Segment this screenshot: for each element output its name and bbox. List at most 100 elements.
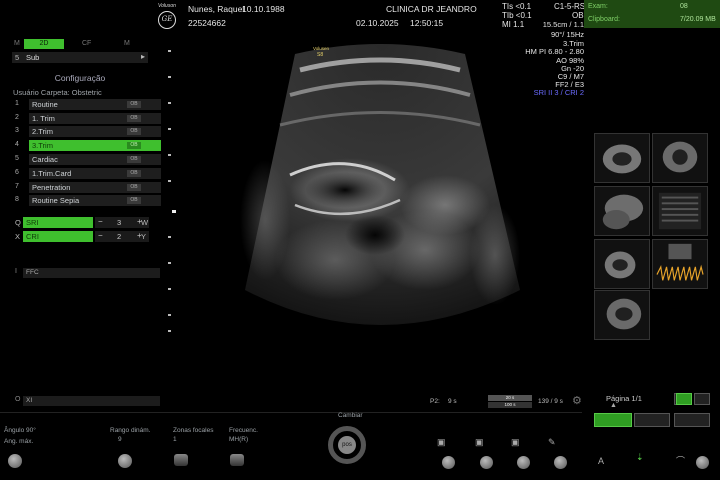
preset-routine[interactable]: 1 Routine OB	[13, 99, 161, 110]
param-key: X	[15, 232, 21, 241]
exam-label: Exam:	[588, 3, 608, 10]
thumbnail-view-button[interactable]	[594, 413, 632, 427]
field-box: XI	[23, 396, 160, 406]
field-box: FFC	[23, 268, 160, 278]
export-icon[interactable]: ⇣	[636, 452, 644, 463]
cri-control[interactable]: X CRI − 2 + Y	[13, 231, 149, 242]
page-up-icon[interactable]: ▲	[610, 402, 617, 409]
save-icon-3[interactable]: ▣	[511, 437, 520, 448]
frequency-knob[interactable]	[230, 454, 244, 466]
param-key: Q	[15, 218, 21, 227]
save-icon-2[interactable]: ▣	[475, 437, 484, 448]
preset-penetration[interactable]: 7 Penetration OB	[13, 182, 161, 193]
p3-button[interactable]	[517, 456, 530, 469]
cine-p2-label: P2:	[430, 398, 440, 405]
preset-tag: OB	[127, 156, 141, 163]
probe-arc-icon[interactable]: ⌒	[676, 454, 685, 467]
frequency-value: MH(R)	[229, 436, 249, 443]
focal-zones-value: 1	[173, 436, 177, 443]
sub-key: 5	[15, 53, 20, 62]
exam-row: Exam: 08	[588, 3, 716, 10]
cine-track-1[interactable]: 20 s	[488, 395, 532, 401]
patient-name: Nunes, Raquel	[188, 4, 245, 14]
pen-icon[interactable]: ✎	[548, 437, 556, 448]
preset-tag: OB	[127, 101, 141, 108]
sri-control[interactable]: Q SRI − 3 + W	[13, 217, 149, 228]
angle-label: Ângulo 90°	[4, 427, 36, 434]
sub-menu-row[interactable]: 5 Sub ▸	[12, 52, 148, 63]
dynamic-range-knob[interactable]	[118, 454, 132, 468]
preset-label: 1.Trim.Card	[32, 169, 72, 178]
thumbnail-7[interactable]	[594, 290, 650, 340]
preset-tag: OB	[127, 197, 141, 204]
text-annotation-icon[interactable]: A	[598, 456, 604, 466]
preset-num: 7	[15, 183, 19, 190]
cine-p2-value: 9 s	[448, 398, 457, 405]
preset-tag: OB	[127, 184, 141, 191]
mi-index: MI 1.1	[502, 20, 525, 29]
preset-label: Penetration	[32, 183, 71, 192]
preset-num: 5	[15, 155, 19, 162]
application-name: OB	[572, 11, 584, 20]
tis-index: TIs <0.1	[502, 2, 532, 11]
param-value: 2	[117, 232, 122, 241]
param-name: SRI	[23, 217, 93, 228]
preset-label: Routine	[32, 100, 58, 109]
bottom-divider	[0, 412, 582, 413]
tab-m-right[interactable]: M	[124, 40, 130, 47]
chart-view-button[interactable]	[634, 413, 670, 427]
tab-cf[interactable]: CF	[82, 40, 91, 47]
sri-readout: SRI II 3 / CRI 2	[533, 88, 584, 97]
p1-button[interactable]	[442, 456, 455, 469]
field-key: O	[15, 396, 21, 403]
view-toggle-3[interactable]	[694, 393, 710, 405]
preset-num: 4	[15, 141, 19, 148]
p2-button[interactable]	[480, 456, 493, 469]
cine-track-2[interactable]: 100 s	[488, 402, 532, 408]
angle-readout: 90°/ 15Hz	[550, 30, 584, 39]
power-knob[interactable]	[696, 456, 709, 469]
xi-field[interactable]: O XI	[13, 396, 160, 406]
ffc-field[interactable]: I FFC	[13, 268, 160, 278]
param-axis-key: W	[141, 218, 149, 227]
tib-index: TIb <0.1	[502, 11, 532, 20]
save-icon-1[interactable]: ▣	[437, 437, 446, 448]
preset-1-trim[interactable]: 2 1. Trim OB	[13, 113, 161, 124]
preset-label: Cardiac	[32, 155, 58, 164]
preset-num: 1	[15, 100, 19, 107]
preset-3-trim[interactable]: 4 3.Trim OB	[13, 140, 161, 151]
preset-cardiac[interactable]: 5 Cardiac OB	[13, 154, 161, 165]
preset-2-trim[interactable]: 3 2.Trim OB	[13, 126, 161, 137]
clipboard-row: Clipboard: 7/20.09 MB	[588, 16, 716, 23]
view-toggle-2[interactable]	[676, 393, 692, 405]
angle-knob[interactable]	[8, 454, 22, 468]
clinic-name: CLINICA DR JEANDRO	[386, 4, 477, 14]
preset-label: 2.Trim	[32, 127, 53, 136]
tab-m-left[interactable]: M	[14, 40, 20, 47]
decrement-button[interactable]: −	[98, 231, 103, 240]
depth-readout: 15.5cm / 1.1	[542, 20, 584, 29]
tab-2d[interactable]: 2D	[24, 39, 64, 49]
focal-zones-knob[interactable]	[174, 454, 188, 466]
change-label: Cambiar	[338, 412, 363, 419]
pos-trackball[interactable]: pos	[338, 436, 356, 454]
harmonic-readout: HM PI 6.80 - 2.80	[525, 47, 584, 56]
p4-button[interactable]	[554, 456, 567, 469]
dynamic-range-value: 9	[118, 436, 122, 443]
edit-view-button[interactable]	[674, 413, 710, 427]
user-folder: Usuário Carpeta: Obstetric	[13, 88, 102, 97]
thumbnail-1[interactable]	[594, 133, 650, 183]
thumbnail-2[interactable]	[652, 133, 708, 183]
preset-routine-sepia[interactable]: 8 Routine Sepia OB	[13, 195, 161, 206]
thumbnail-5[interactable]	[594, 239, 650, 289]
preset-1-trim-card[interactable]: 6 1.Trim.Card OB	[13, 168, 161, 179]
thumbnail-doppler[interactable]	[652, 239, 708, 289]
probe-name: C1-5-RS	[554, 2, 586, 11]
decrement-button[interactable]: −	[98, 217, 103, 226]
thumbnail-3[interactable]	[594, 186, 650, 236]
preset-label: Routine Sepia	[32, 196, 80, 205]
thumbnail-report[interactable]	[652, 186, 708, 236]
chevron-right-icon: ▸	[140, 52, 145, 61]
gear-icon[interactable]: ⚙	[572, 394, 582, 407]
ultrasound-image[interactable]: Volusen S8	[175, 40, 585, 370]
